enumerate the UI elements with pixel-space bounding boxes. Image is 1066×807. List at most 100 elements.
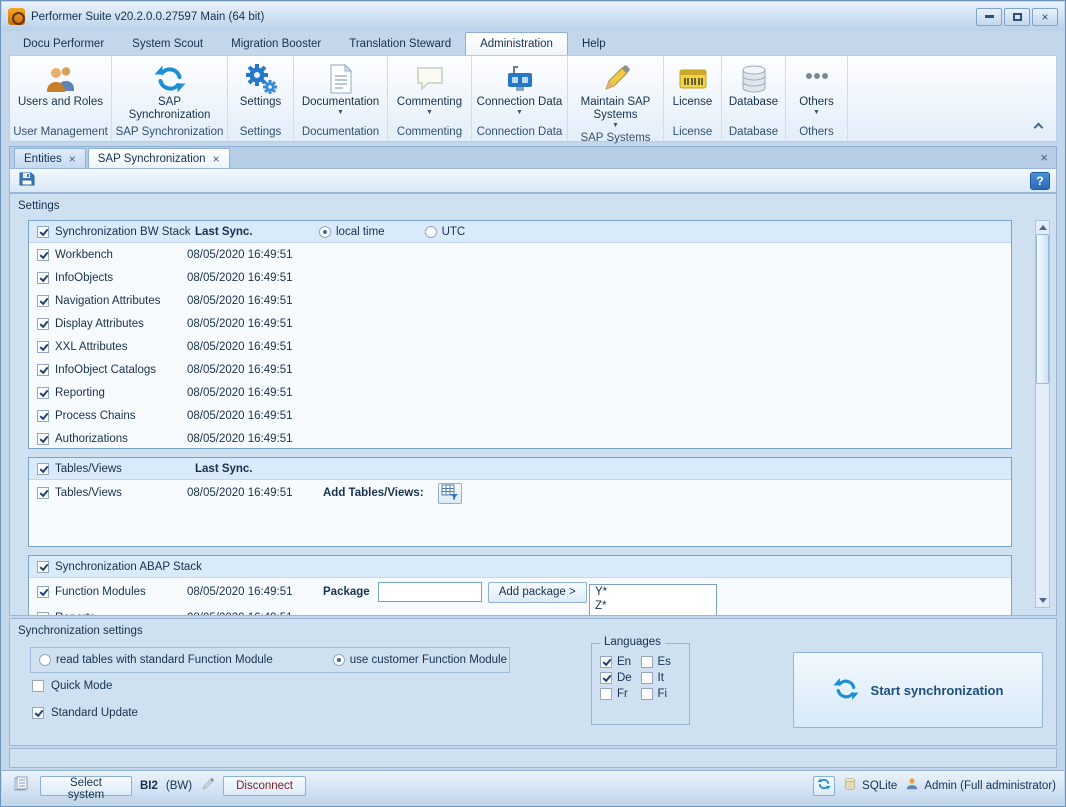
synchronization-settings-panel: Synchronization settings read tables wit… [9,618,1057,746]
language-it[interactable]: It [641,672,682,684]
close-button[interactable]: × [1032,8,1058,26]
infoobject-catalogs-checkbox[interactable] [37,364,49,376]
reports-checkbox[interactable] [37,612,49,617]
ribbon-button-label: SAP Synchronization [116,96,223,122]
sap-synchronization-button[interactable]: SAP Synchronization [112,60,227,124]
package-list-item[interactable]: Y* [590,585,716,599]
tables-views-header-checkbox[interactable] [37,463,49,475]
sync-status-button[interactable] [813,776,835,796]
workbench-checkbox[interactable] [37,249,49,261]
xxl-attributes-checkbox[interactable] [37,341,49,353]
language-label: Es [658,656,671,668]
abap-stack-checkbox[interactable] [37,561,49,573]
select-system-button[interactable]: Select system [40,776,132,796]
close-icon[interactable]: × [69,153,76,165]
sync-settings-caption: Synchronization settings [10,619,1056,637]
menu-tab-administration[interactable]: Administration [465,32,568,55]
language-label: De [617,672,632,684]
ribbon-group-commenting: Commenting ▼ Commenting [388,56,472,141]
start-synchronization-button[interactable]: Start synchronization [793,652,1043,728]
language-fi[interactable]: Fi [641,688,682,700]
bw-stack-checkbox[interactable] [37,226,49,238]
customer-fm-radio[interactable] [333,654,345,666]
scrollbar-thumb[interactable] [1036,234,1049,384]
menu-tab-help[interactable]: Help [568,34,620,55]
close-tab-icon[interactable]: × [1040,150,1048,165]
standard-fm-radio[interactable] [39,654,51,666]
tab-entities[interactable]: Entities × [14,148,86,168]
standard-update-checkbox[interactable] [32,707,44,719]
last-sync-header: Last Sync. [195,463,319,475]
menu-tab-migration-booster[interactable]: Migration Booster [217,34,335,55]
edit-connection-icon[interactable] [200,777,215,795]
pencil-edit-icon [600,62,632,96]
display-attributes-checkbox[interactable] [37,318,49,330]
menu-tab-docu-performer[interactable]: Docu Performer [9,34,118,55]
package-list[interactable]: Y* Z* [589,584,717,616]
navigation-attributes-checkbox[interactable] [37,295,49,307]
scroll-up-button[interactable] [1036,221,1049,234]
quick-mode-row[interactable]: Quick Mode [32,680,112,692]
bw-row: Process Chains08/05/2020 16:49:51 [29,404,1011,427]
documentation-button[interactable]: Documentation ▼ [294,60,387,124]
add-tables-views-button[interactable] [438,483,462,504]
language-de[interactable]: De [600,672,641,684]
maximize-button[interactable] [1004,8,1030,26]
reporting-checkbox[interactable] [37,387,49,399]
utc-radio-group[interactable]: UTC [425,226,466,238]
infoobjects-checkbox[interactable] [37,272,49,284]
tab-sap-synchronization[interactable]: SAP Synchronization × [88,148,230,168]
ribbon-button-label: License [673,96,713,109]
menu-tab-system-scout[interactable]: System Scout [118,34,217,55]
table-filter-icon [441,483,459,504]
function-modules-checkbox[interactable] [37,586,49,598]
language-en-checkbox[interactable] [600,656,612,668]
maintain-sap-systems-button[interactable]: Maintain SAP Systems ▼ [568,60,663,130]
close-icon[interactable]: × [213,153,220,165]
settings-gear-icon [245,62,277,96]
database-button[interactable]: Database [722,60,785,124]
row-label: Reporting [55,387,105,399]
ribbon-collapse-button[interactable] [1030,119,1046,133]
local-time-radio[interactable] [319,226,331,238]
settings-button[interactable]: Settings [228,60,293,124]
vertical-scrollbar[interactable] [1035,220,1050,608]
connection-data-button[interactable]: Connection Data ▼ [472,60,567,124]
language-fi-checkbox[interactable] [641,688,653,700]
package-list-item[interactable]: Z* [590,599,716,613]
language-es[interactable]: Es [641,656,682,668]
utc-radio[interactable] [425,226,437,238]
tables-views-checkbox[interactable] [37,487,49,499]
commenting-button[interactable]: Commenting ▼ [388,60,471,124]
help-button[interactable]: ? [1030,172,1050,190]
report-button[interactable] [10,776,32,796]
authorizations-checkbox[interactable] [37,433,49,445]
language-it-checkbox[interactable] [641,672,653,684]
language-fr[interactable]: Fr [600,688,641,700]
system-type: (BW) [166,780,192,792]
language-es-checkbox[interactable] [641,656,653,668]
process-chains-checkbox[interactable] [37,410,49,422]
save-button[interactable] [16,171,38,191]
standard-fm-radio-group[interactable]: read tables with standard Function Modul… [39,654,273,666]
ribbon-group-connection-data: Connection Data ▼ Connection Data [472,56,568,141]
local-time-radio-group[interactable]: local time [319,226,385,238]
add-package-button[interactable]: Add package > [488,582,587,603]
license-button[interactable]: License [664,60,721,124]
users-and-roles-button[interactable]: Users and Roles [10,60,111,124]
customer-fm-radio-group[interactable]: use customer Function Module [333,654,507,666]
menu-tab-translation-steward[interactable]: Translation Steward [335,34,465,55]
language-de-checkbox[interactable] [600,672,612,684]
row-timestamp: 08/05/2020 16:49:51 [187,272,311,284]
scroll-down-button[interactable] [1036,594,1049,607]
language-en[interactable]: En [600,656,641,668]
disconnect-button[interactable]: Disconnect [223,776,306,796]
others-button[interactable]: Others ▼ [786,60,847,124]
package-input[interactable] [378,582,482,602]
ribbon-group-others: Others ▼ Others [786,56,848,141]
language-fr-checkbox[interactable] [600,688,612,700]
minimize-button[interactable] [976,8,1002,26]
maximize-icon [1013,13,1022,21]
quick-mode-checkbox[interactable] [32,680,44,692]
standard-update-row[interactable]: Standard Update [32,707,138,719]
